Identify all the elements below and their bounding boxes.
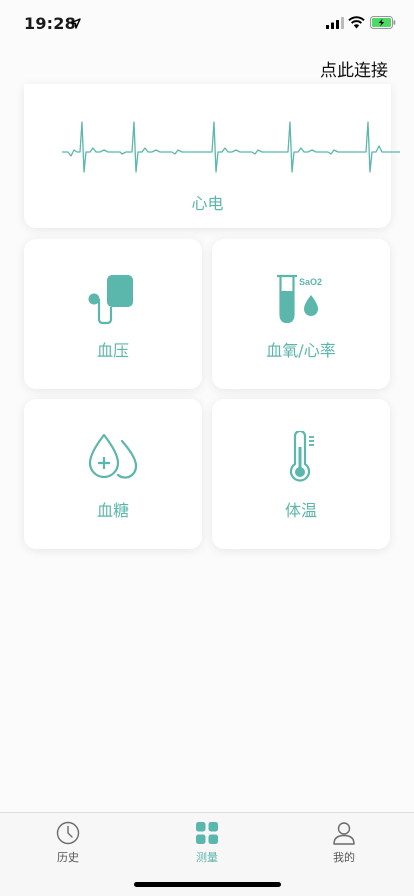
sao2-icon-text: SaO2 [299, 277, 322, 287]
ecg-wave-icon [62, 121, 400, 173]
thermometer-icon [289, 431, 314, 482]
blood-glucose-label: 血糖 [96, 501, 129, 520]
blood-pressure-label: 血压 [96, 341, 129, 360]
grid-icon [196, 822, 218, 844]
tab-measure[interactable]: 测量 [167, 821, 247, 865]
temperature-label: 体温 [284, 501, 317, 520]
person-icon [333, 822, 355, 845]
blood-drop-plus-icon [88, 433, 138, 479]
wifi-icon [348, 16, 365, 29]
clock-icon [56, 821, 80, 845]
status-time: 19:28 [24, 14, 76, 33]
spo2-heart-rate-label: 血氧/心率 [266, 341, 336, 360]
blood-pressure-card[interactable]: 血压 [24, 239, 202, 389]
tab-measure-label: 测量 [196, 851, 218, 864]
ecg-label: 心电 [191, 194, 224, 213]
temperature-card[interactable]: 体温 [212, 399, 390, 549]
connect-button[interactable]: 点此连接 [320, 56, 388, 81]
tab-mine-label: 我的 [333, 851, 355, 864]
status-bar: 19:28 [0, 0, 414, 48]
tab-history-label: 历史 [57, 851, 79, 864]
battery-charging-icon [370, 16, 396, 29]
blood-glucose-card[interactable]: 血糖 [24, 399, 202, 549]
spo2-heart-rate-card[interactable]: SaO2 血氧/心率 [212, 239, 390, 389]
blood-pressure-cuff-icon [88, 275, 133, 325]
tab-mine[interactable]: 我的 [304, 821, 384, 865]
ecg-card[interactable]: 心电 [24, 84, 400, 228]
tab-history[interactable]: 历史 [28, 821, 108, 865]
home-indicator[interactable] [134, 882, 281, 887]
signal-icon [326, 17, 344, 29]
location-arrow-icon [70, 18, 81, 29]
test-tube-drop-icon: SaO2 [277, 274, 322, 324]
